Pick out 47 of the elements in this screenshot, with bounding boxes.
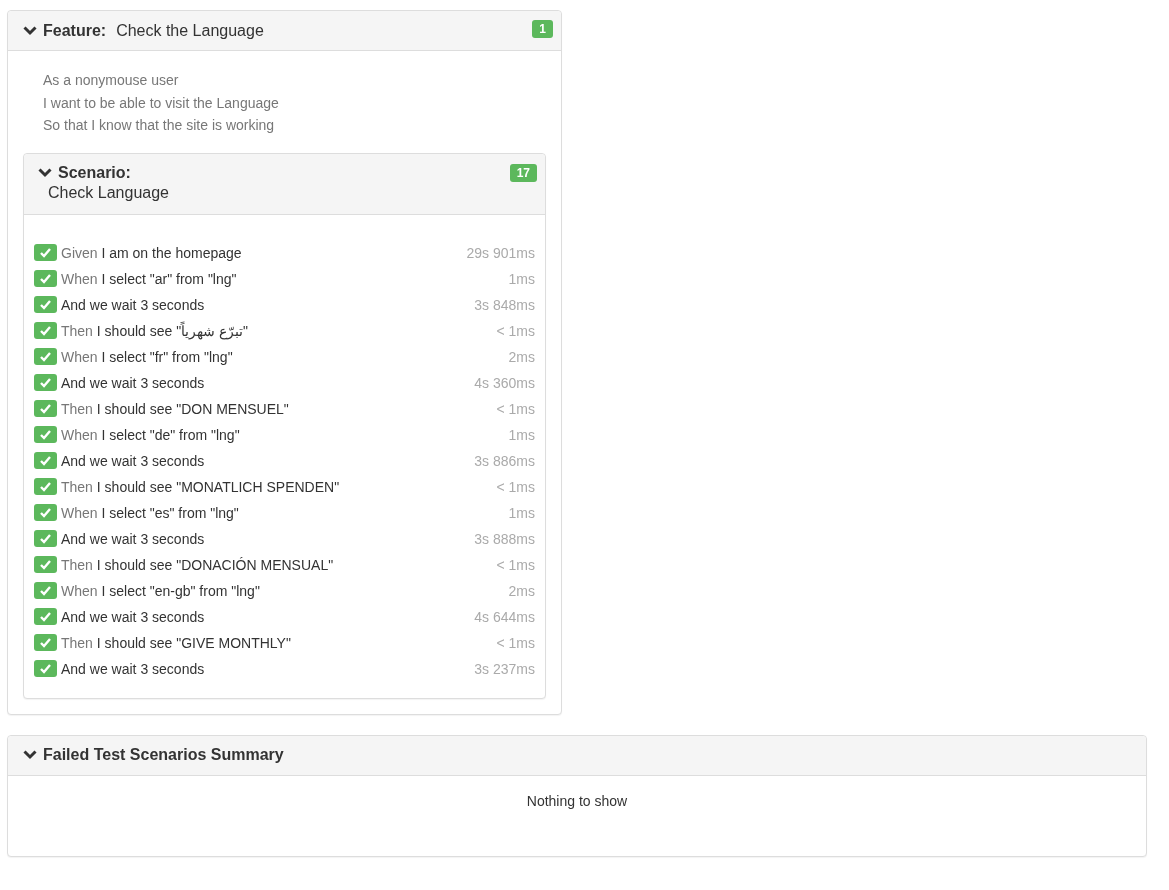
count-badge: 17: [509, 163, 537, 182]
step-text: When I select "de" from "lng": [61, 426, 241, 443]
feature-title: Check the Language: [116, 21, 265, 40]
step-duration: 1ms: [508, 504, 535, 521]
step-text: Then I should see "DON MENSUEL": [61, 400, 290, 417]
feature-label: Feature:: [43, 21, 107, 40]
step-duration: 29s 901ms: [466, 244, 535, 261]
step-duration: 3s 886ms: [474, 452, 535, 469]
step-duration: < 1ms: [496, 322, 535, 339]
step-duration: < 1ms: [496, 478, 535, 495]
step-duration: 3s 848ms: [474, 296, 535, 313]
step-duration: < 1ms: [496, 400, 535, 417]
scenario-title: Check Language: [48, 183, 169, 202]
description-line: I want to be able to visit the Language: [43, 93, 280, 113]
description-line: As a nonymouse user: [43, 71, 180, 90]
step-text: When I select "es" from "lng": [61, 504, 240, 521]
step-duration: 2ms: [508, 582, 535, 599]
step-text: Given I am on the homepage: [61, 244, 243, 261]
panel-title: Failed Test Scenarios Summary: [43, 746, 284, 764]
step-duration: 2ms: [508, 348, 535, 365]
step-duration: 3s 237ms: [474, 660, 535, 677]
step-duration: 3s 888ms: [474, 530, 535, 547]
step-text: When I select "ar" from "lng": [61, 270, 238, 287]
step-text: And we wait 3 seconds: [61, 660, 206, 677]
step-text: When I select "en-gb" from "lng": [61, 582, 261, 599]
step-text: When I select "fr" from "lng": [61, 348, 234, 365]
step-duration: 4s 644ms: [474, 608, 535, 625]
step-duration: 1ms: [508, 426, 535, 443]
step-duration: 4s 360ms: [474, 374, 535, 391]
empty-message: Nothing to show: [526, 792, 628, 809]
chevron-icon[interactable]: [38, 167, 52, 178]
step-duration: < 1ms: [496, 556, 535, 573]
chevron-icon[interactable]: [23, 25, 37, 36]
step-text: And we wait 3 seconds: [61, 296, 206, 313]
step-text: And we wait 3 seconds: [61, 530, 206, 547]
description-line: So that I know that the site is working: [43, 116, 276, 135]
step-text: And we wait 3 seconds: [61, 374, 206, 391]
scenario-label: Scenario:: [58, 163, 131, 182]
step-duration: < 1ms: [496, 634, 535, 651]
step-text: And we wait 3 seconds: [61, 608, 206, 625]
chevron-icon[interactable]: [23, 750, 37, 760]
step-text: And we wait 3 seconds: [61, 452, 206, 469]
step-text: Then I should see "MONATLICH SPENDEN": [61, 478, 341, 495]
count-badge: 1: [532, 20, 553, 38]
step-text: Then I should see "GIVE MONTHLY": [61, 634, 292, 651]
step-text: Then I should see "DONACIÓN MENSUAL": [61, 556, 335, 573]
step-duration: 1ms: [508, 270, 535, 287]
